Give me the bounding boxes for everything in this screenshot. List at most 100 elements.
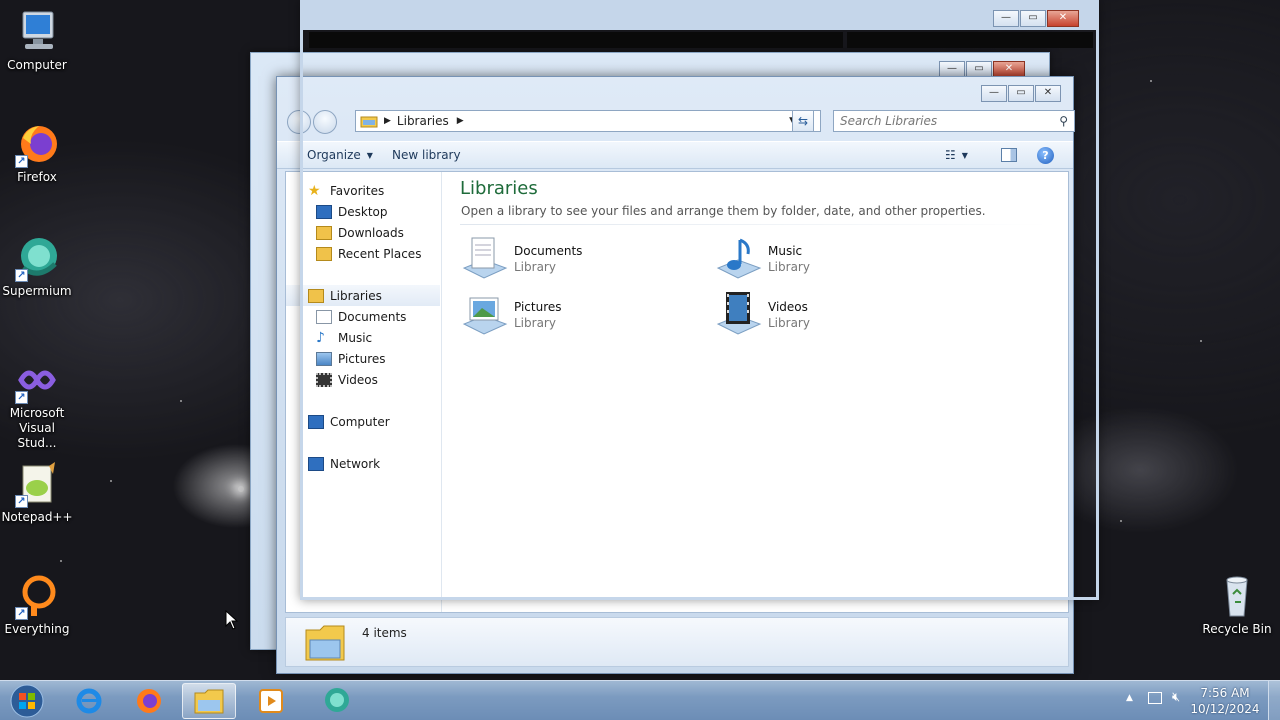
shortcut-arrow-icon: ↗ <box>15 155 28 168</box>
desktop-icon-computer[interactable]: Computer <box>0 8 74 73</box>
maximize-button[interactable]: ▭ <box>1008 85 1034 102</box>
star-icon: ★ <box>308 182 321 199</box>
nav-libraries[interactable]: Libraries <box>286 285 440 306</box>
shortcut-arrow-icon: ↗ <box>15 391 28 404</box>
refresh-button[interactable]: ⇆ <box>792 110 814 132</box>
library-name: Documents <box>514 244 583 258</box>
firefox-icon <box>137 689 161 713</box>
nav-item-pictures[interactable]: Pictures <box>316 348 386 369</box>
clock-date: 10/12/2024 <box>1190 702 1260 716</box>
close-button[interactable]: ✕ <box>1047 10 1079 27</box>
library-name: Videos <box>768 300 808 314</box>
desktop-icon-label: Everything <box>4 622 70 636</box>
desktop-icon-label: Microsoft Visual Stud... <box>9 406 65 450</box>
nav-favorites[interactable]: ★ Favorites <box>308 180 384 201</box>
show-hidden-icons-button[interactable]: ▲ <box>1126 693 1133 703</box>
windows-start-icon <box>10 684 44 718</box>
desktop-icon-label: Supermium <box>2 284 72 298</box>
desktop-icon-label: Computer <box>7 58 67 72</box>
taskbar: ▲ 🔇︎ 7:56 AM 10/12/2024 <box>0 680 1280 720</box>
new-library-button[interactable]: New library <box>392 148 461 162</box>
taskbar-media-player[interactable] <box>244 683 298 719</box>
show-desktop-button[interactable] <box>1268 681 1280 720</box>
desktop-icon-recycle-bin[interactable]: Recycle Bin <box>1200 572 1274 637</box>
divider <box>460 224 1050 225</box>
library-name: Pictures <box>514 300 562 314</box>
close-button[interactable]: ✕ <box>1035 85 1061 102</box>
library-documents[interactable]: Documents Library <box>460 234 660 282</box>
view-options-icon: ☷ <box>945 148 956 162</box>
desktop-icon-visual-studio[interactable]: ↗ Microsoft Visual Stud... <box>0 356 74 451</box>
item-count: 4 items <box>362 626 407 640</box>
explorer-window[interactable]: — ▭ ✕ ▶ Libraries ▶ ▼ ⇆ Search Libraries… <box>276 76 1075 674</box>
downloads-folder-icon <box>316 225 332 240</box>
maximize-button[interactable]: ▭ <box>1020 10 1046 27</box>
clock-time: 7:56 AM <box>1200 686 1250 700</box>
libraries-folder-icon <box>305 625 345 661</box>
back-button[interactable] <box>287 110 311 134</box>
nav-item-downloads[interactable]: Downloads <box>316 222 404 243</box>
supermium-icon <box>325 688 349 712</box>
desktop-icon-firefox[interactable]: ↗ Firefox <box>0 120 74 185</box>
change-view-button[interactable]: ☷ ▼ <box>945 148 968 162</box>
music-note-icon: ♪ <box>316 329 325 346</box>
forward-button[interactable] <box>313 110 337 134</box>
nav-item-music[interactable]: ♪ Music <box>316 327 372 348</box>
libraries-folder-icon <box>360 116 378 128</box>
network-tray-icon[interactable] <box>1148 692 1162 704</box>
libraries-icon <box>308 288 324 303</box>
preview-pane-button[interactable] <box>1001 148 1017 162</box>
organize-button[interactable]: Organize ▼ <box>307 148 373 162</box>
documents-icon <box>316 309 332 324</box>
explorer-content: ★ Favorites Desktop Downloads Recent Pla… <box>285 171 1069 613</box>
nav-computer[interactable]: Computer <box>308 411 390 432</box>
library-type: Library <box>768 316 810 330</box>
pictures-icon <box>316 351 332 366</box>
breadcrumb[interactable]: Libraries <box>397 114 449 128</box>
address-bar[interactable]: ▶ Libraries ▶ ▼ <box>355 110 821 132</box>
library-type: Library <box>514 260 556 274</box>
library-videos[interactable]: Videos Library <box>714 290 914 338</box>
desktop-icon-label: Recycle Bin <box>1202 622 1272 636</box>
search-input[interactable]: Search Libraries ⚲ <box>833 110 1075 132</box>
minimize-button[interactable]: — <box>993 10 1019 27</box>
computer-icon <box>308 414 324 429</box>
library-pictures[interactable]: Pictures Library <box>460 290 660 338</box>
nav-network[interactable]: Network <box>308 453 380 474</box>
folder-icon <box>194 689 224 714</box>
taskbar-firefox[interactable] <box>122 683 176 719</box>
help-button[interactable]: ? <box>1037 146 1054 164</box>
media-player-icon <box>259 689 283 713</box>
computer-icon <box>22 11 54 49</box>
nav-item-documents[interactable]: Documents <box>316 306 406 327</box>
volume-muted-icon[interactable]: 🔇︎ <box>1172 690 1180 705</box>
nav-item-desktop[interactable]: Desktop <box>316 201 388 222</box>
recycle-bin-icon <box>1226 576 1248 617</box>
window-title-area <box>309 32 843 48</box>
desktop-icon-everything[interactable]: ↗ Everything <box>0 572 74 637</box>
desktop-icon-notepadpp[interactable]: ↗ Notepad++ <box>0 460 74 525</box>
taskbar-supermium[interactable] <box>310 683 364 719</box>
start-button[interactable] <box>2 683 52 719</box>
videos-library-icon <box>716 292 762 335</box>
library-type: Library <box>514 316 556 330</box>
shortcut-arrow-icon: ↗ <box>15 607 28 620</box>
shortcut-arrow-icon: ↗ <box>15 495 28 508</box>
taskbar-windows-explorer[interactable] <box>182 683 236 719</box>
navigation-pane: ★ Favorites Desktop Downloads Recent Pla… <box>286 172 442 612</box>
network-icon <box>308 456 324 471</box>
chevron-down-icon: ▼ <box>961 150 968 160</box>
breadcrumb-arrow-icon[interactable]: ▶ <box>457 116 464 126</box>
window-title-area <box>847 32 1093 48</box>
desktop-icon-supermium[interactable]: ↗ Supermium <box>0 234 74 299</box>
shortcut-arrow-icon: ↗ <box>15 269 28 282</box>
taskbar-internet-explorer[interactable] <box>62 683 116 719</box>
nav-item-videos[interactable]: Videos <box>316 369 378 390</box>
chevron-down-icon: ▼ <box>366 150 373 160</box>
library-name: Music <box>768 244 803 258</box>
minimize-button[interactable]: — <box>981 85 1007 102</box>
search-icon[interactable]: ⚲ <box>1059 114 1068 128</box>
system-clock[interactable]: 7:56 AM 10/12/2024 <box>1190 685 1260 717</box>
library-music[interactable]: Music Library <box>714 234 914 282</box>
nav-item-recent-places[interactable]: Recent Places <box>316 243 421 264</box>
